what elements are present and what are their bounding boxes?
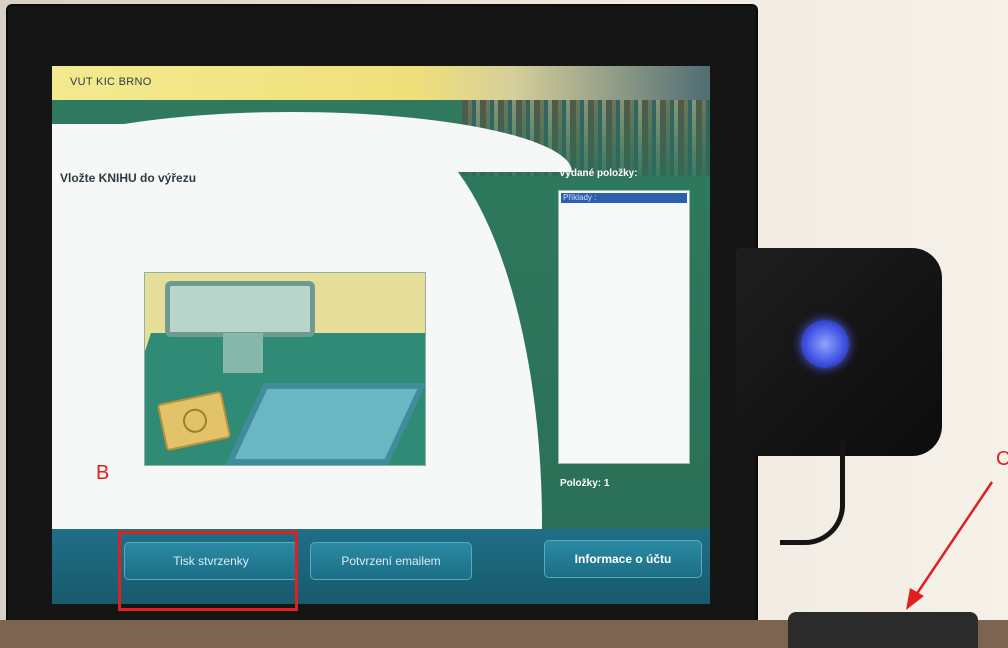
illustration-monitor	[165, 281, 315, 337]
annotation-label-c: C	[996, 448, 1008, 470]
annotation-highlight-box	[118, 531, 298, 611]
rfid-light-icon	[801, 320, 849, 368]
email-confirmation-button[interactable]: Potvrzení emailem	[310, 542, 472, 580]
insert-book-illustration	[144, 272, 426, 466]
illustration-monitor-stand	[223, 333, 263, 373]
items-count: Položky: 1	[560, 478, 610, 489]
issued-items-title: Vydané položky:	[559, 168, 638, 179]
kiosk-screen: VUT KIC BRNO Vložte KNIHU do výřezu Vyda…	[52, 66, 710, 604]
header-title: VUT KIC BRNO	[70, 76, 152, 88]
annotation-arrow-icon	[906, 481, 994, 610]
header-band: VUT KIC BRNO	[52, 66, 710, 100]
reader-cable	[780, 440, 845, 545]
issued-items-list[interactable]: Příklady :	[558, 190, 690, 464]
list-item[interactable]: Příklady :	[561, 193, 687, 203]
book-emblem	[180, 406, 210, 436]
instruction-text: Vložte KNIHU do výřezu	[60, 171, 197, 185]
account-info-button[interactable]: Informace o účtu	[544, 540, 702, 578]
annotation-label-b: B	[96, 462, 110, 484]
